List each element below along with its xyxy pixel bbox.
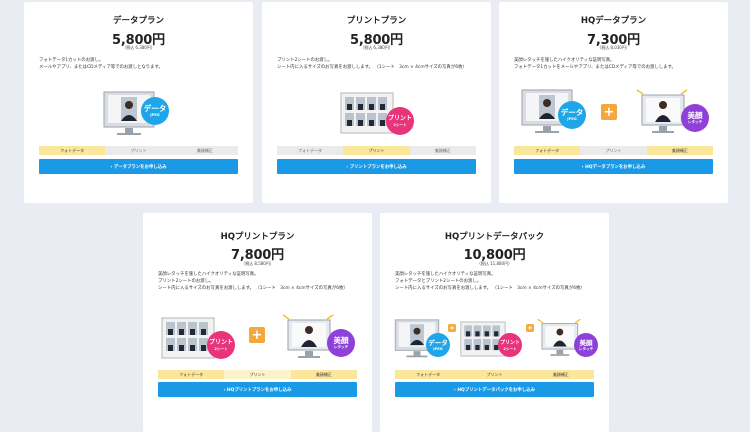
- tab-photo-data[interactable]: フォトデータ: [158, 370, 225, 379]
- retouch-illustration: 美顔 レタッチ: [635, 88, 711, 138]
- apply-button[interactable]: › データプランをお申し込み: [39, 159, 238, 174]
- tab-print[interactable]: プリント: [224, 370, 291, 379]
- tab-retouch[interactable]: 美顔補正: [646, 146, 713, 155]
- plan-description: 美顔レタッチを施したハイクオリティな証明写真。 フォトデータとプリント2シートの…: [395, 272, 585, 291]
- tab-photo-data[interactable]: フォトデータ: [395, 370, 462, 379]
- tab-print[interactable]: プリント: [580, 146, 647, 155]
- apply-button[interactable]: › HQプリントデータパックをお申し込み: [395, 382, 594, 397]
- tab-retouch[interactable]: 美顔補正: [290, 370, 357, 379]
- apply-button[interactable]: › プリントプランをお申し込み: [277, 159, 476, 174]
- retouch-illustration: 美顔 レタッチ: [281, 313, 357, 363]
- plan-tax-price: （税込 11,880円）: [476, 261, 513, 266]
- retouch-monitor-icon: [282, 314, 334, 358]
- plan-card-hq-data: HQデータプラン 7,300円 （税込 8,030円） 美顔レタッチを施したハイ…: [499, 2, 728, 203]
- tab-retouch[interactable]: 美顔補正: [527, 370, 594, 379]
- plan-title: プリントプラン: [346, 16, 407, 26]
- tab-photo-data[interactable]: フォトデータ: [514, 146, 581, 155]
- plan-title: データプラン: [112, 16, 164, 26]
- badge-beauty-retouch: 美顔 レタッチ: [681, 104, 709, 132]
- plan-tax-price: （税込 6,380円）: [122, 45, 155, 50]
- badge-data-jpeg: データ JPEG: [141, 97, 169, 125]
- plan-title: HQデータプラン: [580, 16, 647, 26]
- plus-icon: +: [249, 327, 265, 343]
- apply-button[interactable]: › HQデータプランをお申し込み: [514, 159, 713, 174]
- badge-data-jpeg: データ JPEG: [426, 333, 450, 357]
- plan-content-tabs: フォトデータ プリント 美顔補正: [277, 146, 476, 155]
- apply-button[interactable]: › HQプリントプランをお申し込み: [158, 382, 357, 397]
- print-sheet-icon: [161, 317, 215, 359]
- plan-title: HQプリントデータパック: [444, 232, 545, 242]
- plan-description: 美顔レタッチを施したハイクオリティな証明写真。 フォトデータ1カットをメールやア…: [514, 58, 676, 70]
- plan-content-tabs: フォトデータ プリント 美顔補正: [395, 370, 594, 379]
- retouch-illustration: 美顔 レタッチ: [536, 317, 600, 363]
- plan-content-tabs: フォトデータ プリント 美顔補正: [158, 370, 357, 379]
- plan-content-tabs: フォトデータ プリント 美顔補正: [514, 146, 713, 155]
- tab-photo-data[interactable]: フォトデータ: [277, 146, 344, 155]
- plan-description: プリント2シートのお渡し。 シート内に入るサイズのお写真をお渡しします。 （1シ…: [277, 58, 467, 70]
- plan-title: HQプリントプラン: [220, 232, 295, 242]
- print-sheet-illustration: プリント 2シート: [161, 317, 237, 363]
- plus-icon: +: [448, 324, 456, 332]
- plan-tax-price: （税込 6,380円）: [360, 45, 393, 50]
- plan-card-data: データプラン 5,800円 （税込 6,380円） フォトデータ1カットのお渡し…: [24, 2, 253, 203]
- tab-print[interactable]: プリント: [461, 370, 528, 379]
- print-sheet-icon: [340, 92, 394, 134]
- badge-print-2sheet: プリント 2シート: [207, 331, 235, 359]
- badge-data-jpeg: データ JPEG: [558, 101, 586, 129]
- badge-beauty-retouch: 美顔 レタッチ: [574, 333, 598, 357]
- print-sheet-illustration: プリント 2シート: [460, 321, 530, 363]
- plan-card-print: プリントプラン 5,800円 （税込 6,380円） プリント2シートのお渡し。…: [262, 2, 491, 203]
- plan-description: フォトデータ1カットのお渡し。 メールやアプリ、またはCDメディア等でのお渡しと…: [39, 58, 163, 70]
- plan-tax-price: （税込 8,580円）: [241, 261, 274, 266]
- tab-retouch[interactable]: 美顔補正: [409, 146, 476, 155]
- plan-description: 美顔レタッチを施したハイクオリティな証明写真。 プリント2シートのお渡し。 シー…: [158, 272, 348, 291]
- plan-card-hq-print: HQプリントプラン 7,800円 （税込 8,580円） 美顔レタッチを施したハ…: [143, 213, 372, 432]
- plus-icon: +: [601, 104, 617, 120]
- tab-print[interactable]: プリント: [343, 146, 410, 155]
- tab-photo-data[interactable]: フォトデータ: [39, 146, 106, 155]
- plan-card-hq-print-data-pack: HQプリントデータパック 10,800円 （税込 11,880円） 美顔レタッチ…: [380, 213, 609, 432]
- retouch-monitor-icon: [636, 89, 688, 133]
- badge-print-2sheet: プリント 2シート: [498, 333, 522, 357]
- plus-icon: +: [526, 324, 534, 332]
- print-sheet-illustration: プリント 2シート: [340, 92, 416, 138]
- badge-beauty-retouch: 美顔 レタッチ: [327, 329, 355, 357]
- tab-retouch[interactable]: 美顔補正: [171, 146, 238, 155]
- tab-print[interactable]: プリント: [105, 146, 172, 155]
- monitor-illustration: データ JPEG: [394, 319, 454, 363]
- monitor-illustration: データ JPEG: [521, 89, 591, 137]
- plan-tax-price: （税込 8,030円）: [597, 45, 630, 50]
- badge-print-2sheet: プリント 2シート: [386, 107, 414, 135]
- plan-content-tabs: フォトデータ プリント 美顔補正: [39, 146, 238, 155]
- monitor-illustration: データ JPEG: [103, 91, 175, 137]
